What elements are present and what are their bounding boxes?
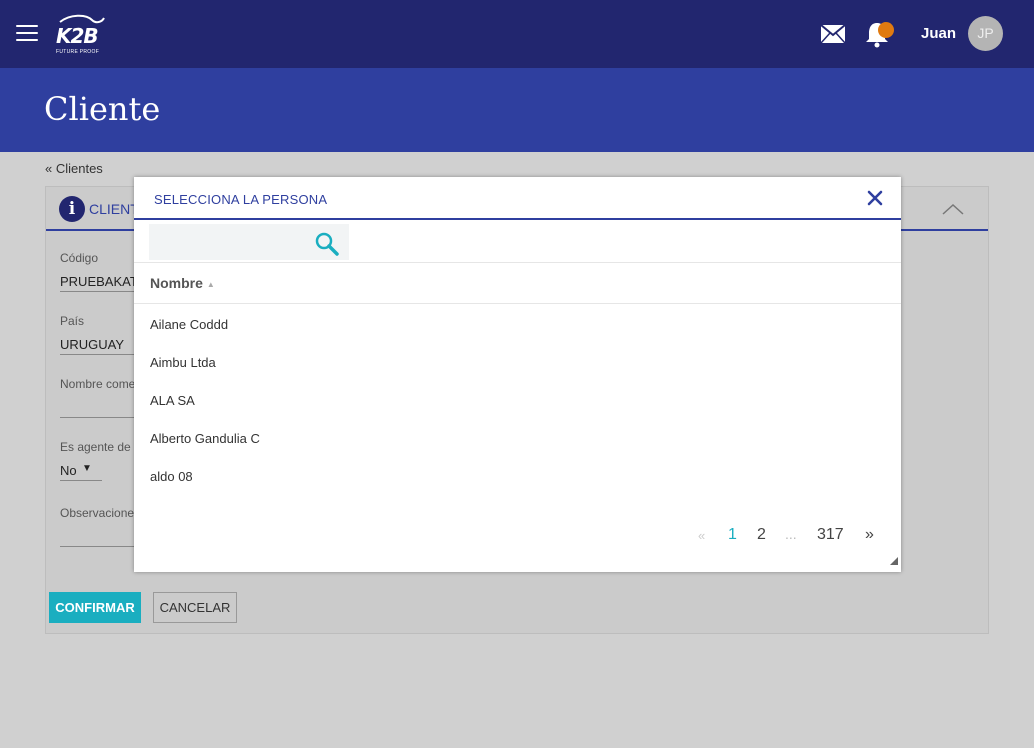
es-agente-value: No: [60, 463, 77, 478]
list-item[interactable]: Alberto Gandulia C: [150, 431, 260, 446]
column-header-nombre[interactable]: Nombre ▲: [150, 275, 215, 291]
dialog-title: SELECCIONA LA PERSONA: [154, 192, 328, 207]
top-bar: K2B FUTURE PROOF Juan JP: [0, 0, 1034, 68]
sort-asc-icon: ▲: [206, 279, 215, 289]
pagination-next[interactable]: »: [865, 526, 874, 544]
close-icon[interactable]: [867, 190, 883, 206]
es-agente-label: Es agente de r: [60, 440, 139, 454]
observaciones-label: Observacione: [60, 506, 135, 520]
dialog-divider: [134, 218, 901, 220]
avatar[interactable]: JP: [968, 16, 1003, 51]
caret-down-icon: ▼: [82, 463, 92, 474]
pais-value[interactable]: URUGUAY: [60, 337, 124, 352]
logo[interactable]: K2B FUTURE PROOF: [54, 12, 110, 56]
header-top-divider: [134, 262, 901, 263]
list-item[interactable]: aldo 08: [150, 469, 193, 484]
search-icon[interactable]: [314, 231, 340, 257]
observaciones-underline: [60, 546, 140, 547]
nombre-comercial-label: Nombre come: [60, 377, 136, 391]
resize-grip-icon[interactable]: [890, 557, 898, 565]
page-title: Cliente: [44, 90, 161, 128]
pagination-page-2[interactable]: 2: [757, 526, 766, 544]
codigo-value[interactable]: PRUEBAKAT: [60, 274, 138, 289]
menu-icon[interactable]: [16, 25, 38, 43]
pais-label: País: [60, 314, 85, 328]
codigo-underline: [60, 291, 140, 292]
header-bottom-divider: [134, 303, 901, 304]
pagination-last-page[interactable]: 317: [817, 526, 844, 544]
confirm-button[interactable]: CONFIRMAR: [49, 592, 141, 623]
select-person-dialog: SELECCIONA LA PERSONA Nombre ▲ Ailane Cod…: [134, 177, 901, 572]
search-input[interactable]: [149, 224, 309, 260]
title-band: Cliente: [0, 68, 1034, 152]
list-item[interactable]: Aimbu Ltda: [150, 355, 216, 370]
codigo-label: Código: [60, 251, 99, 265]
logo-text: K2B: [56, 24, 99, 48]
column-header-label: Nombre: [150, 275, 203, 291]
user-name[interactable]: Juan: [921, 25, 956, 42]
pagination-page-1[interactable]: 1: [728, 526, 737, 544]
cancel-button[interactable]: CANCELAR: [153, 592, 237, 623]
mail-icon[interactable]: [820, 24, 846, 44]
chevron-up-icon[interactable]: [942, 203, 964, 215]
pais-underline: [60, 354, 140, 355]
list-item[interactable]: ALA SA: [150, 393, 195, 408]
list-item[interactable]: Ailane Coddd: [150, 317, 228, 332]
notification-badge: [878, 22, 894, 38]
info-icon: i: [59, 196, 85, 222]
logo-tagline: FUTURE PROOF: [56, 49, 100, 55]
card-title: CLIENT: [89, 201, 139, 217]
nombre-comercial-underline: [60, 417, 140, 418]
pagination-ellipsis: ...: [785, 526, 797, 542]
es-agente-select[interactable]: No ▼: [60, 463, 102, 481]
breadcrumb-clientes-link[interactable]: « Clientes: [45, 161, 103, 176]
pagination-prev[interactable]: «: [698, 528, 705, 543]
